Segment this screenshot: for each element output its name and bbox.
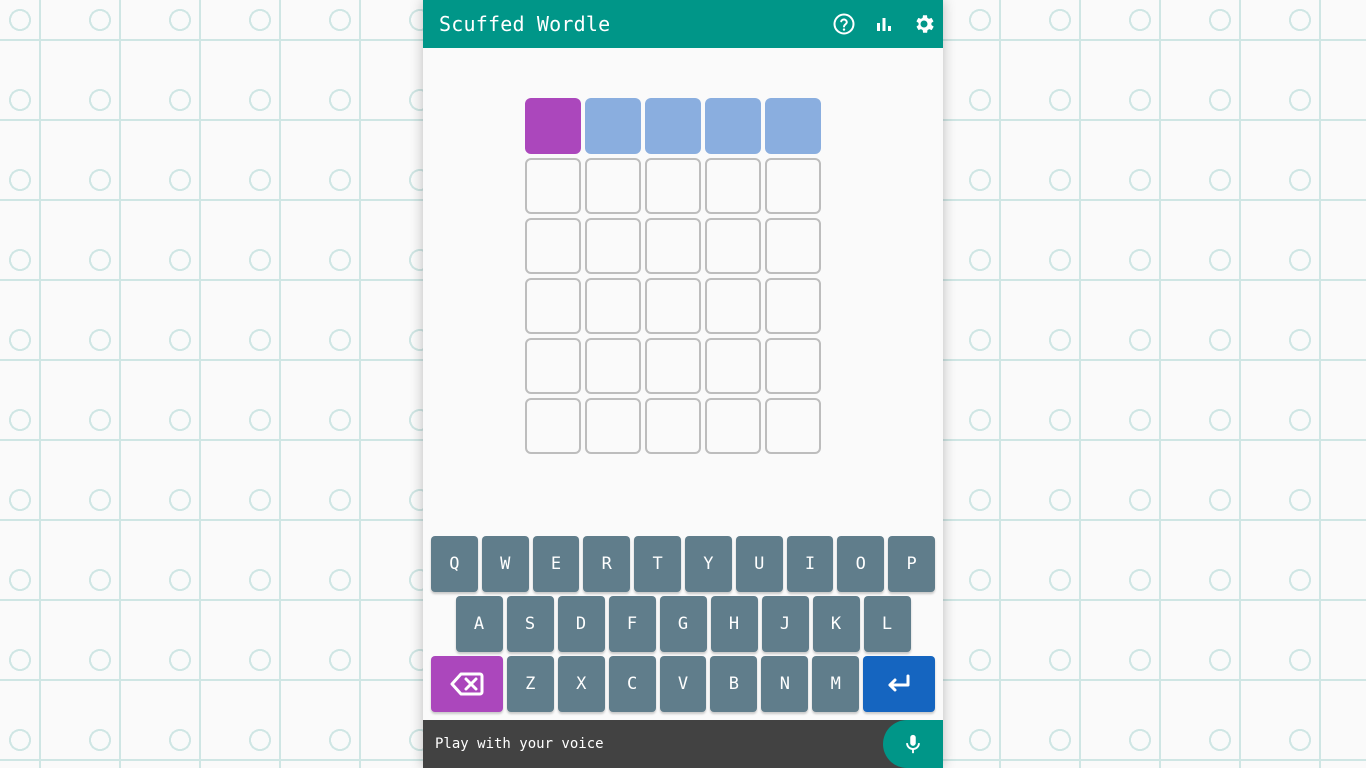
on-screen-keyboard: QWERTYUIOP ASDFGHJKL ZXCVBNM (430, 536, 936, 716)
board-tile (645, 398, 701, 454)
key-d[interactable]: D (557, 596, 605, 652)
keyboard-row-2: ASDFGHJKL (431, 596, 935, 652)
key-m[interactable]: M (812, 656, 860, 712)
key-y[interactable]: Y (685, 536, 732, 592)
board-row (525, 98, 821, 154)
key-f[interactable]: F (608, 596, 656, 652)
board-tile (585, 338, 641, 394)
board-tile (765, 398, 821, 454)
board-tile (765, 218, 821, 274)
board-row (525, 398, 821, 454)
board-tile (525, 338, 581, 394)
board-tile (645, 98, 701, 154)
board-tile (705, 98, 761, 154)
key-a[interactable]: A (455, 596, 503, 652)
key-r[interactable]: R (583, 536, 631, 592)
key-c[interactable]: C (608, 656, 656, 712)
board-tile (525, 158, 581, 214)
key-i[interactable]: I (786, 536, 834, 592)
board-tile (525, 278, 581, 334)
board-tile (705, 158, 761, 214)
key-k[interactable]: K (812, 596, 860, 652)
board-tile (585, 218, 641, 274)
board-tile (585, 158, 641, 214)
key-u[interactable]: U (735, 536, 783, 592)
key-e[interactable]: E (532, 536, 580, 592)
board-tile (585, 98, 641, 154)
board-tile (645, 218, 701, 274)
key-s[interactable]: S (506, 596, 554, 652)
settings-icon[interactable] (912, 12, 936, 36)
key-l[interactable]: L (863, 596, 911, 652)
board-tile (705, 338, 761, 394)
board-tile (525, 98, 581, 154)
key-h[interactable]: H (710, 596, 758, 652)
app-title: Scuffed Wordle (439, 12, 611, 36)
board-tile (765, 158, 821, 214)
board-tile (705, 398, 761, 454)
help-icon[interactable] (832, 12, 856, 36)
board-row (525, 158, 821, 214)
key-x[interactable]: X (557, 656, 605, 712)
keyboard-row-3: ZXCVBNM (430, 656, 936, 712)
key-z[interactable]: Z (506, 656, 554, 712)
board-tile (585, 398, 641, 454)
board-tile (585, 278, 641, 334)
board-tile (645, 338, 701, 394)
key-p[interactable]: P (888, 536, 935, 592)
key-q[interactable]: Q (431, 536, 478, 592)
board-tile (765, 278, 821, 334)
key-t[interactable]: T (634, 536, 681, 592)
board-row (525, 338, 821, 394)
app-header: Scuffed Wordle (423, 0, 943, 48)
board-tile (525, 218, 581, 274)
keyboard-row-1: QWERTYUIOP (431, 536, 935, 592)
board-tile (705, 218, 761, 274)
board-tile (645, 278, 701, 334)
game-window: Scuffed Wordle QWERTYUIOP ASDFGHJKL ZXCV… (423, 0, 943, 768)
microphone-icon (906, 734, 920, 754)
key-o[interactable]: O (837, 536, 885, 592)
game-board (525, 98, 821, 458)
backspace-icon (450, 672, 484, 696)
board-tile (645, 158, 701, 214)
board-tile (525, 398, 581, 454)
key-n[interactable]: N (761, 656, 809, 712)
board-tile (765, 338, 821, 394)
board-tile (705, 278, 761, 334)
key-w[interactable]: W (481, 536, 529, 592)
backspace-key[interactable] (430, 656, 503, 712)
key-v[interactable]: V (659, 656, 707, 712)
voice-label: Play with your voice (435, 736, 604, 752)
enter-key[interactable] (863, 656, 936, 712)
key-b[interactable]: B (710, 656, 758, 712)
board-tile (765, 98, 821, 154)
board-row (525, 218, 821, 274)
microphone-button[interactable] (883, 720, 943, 768)
stats-icon[interactable] (872, 12, 896, 36)
key-g[interactable]: G (659, 596, 707, 652)
key-j[interactable]: J (761, 596, 809, 652)
enter-icon (888, 674, 910, 692)
board-row (525, 278, 821, 334)
voice-bar: Play with your voice (423, 720, 943, 768)
